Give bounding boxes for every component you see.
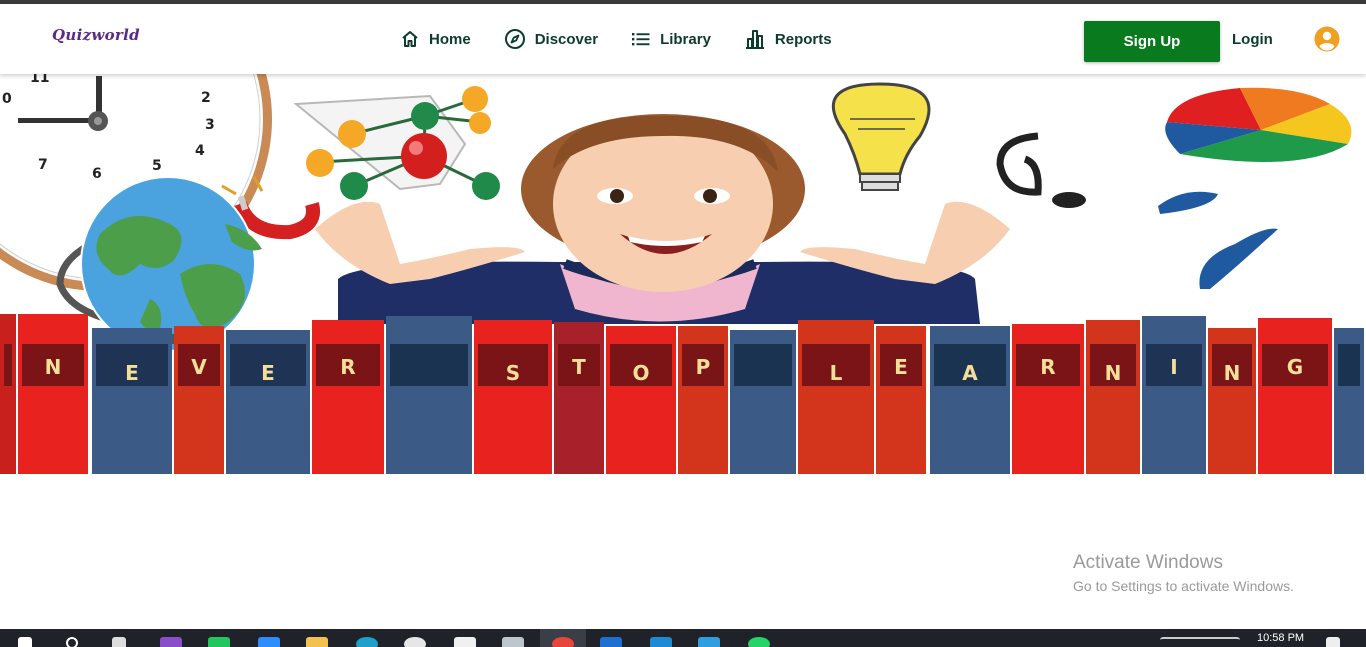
book-spine xyxy=(0,314,16,474)
book-spine xyxy=(474,320,552,474)
store-icon[interactable] xyxy=(454,637,476,647)
book-letter: E xyxy=(894,355,908,379)
book-letter: A xyxy=(962,361,978,385)
hero-illustration: 2 3 4 5 6 7 0 11 N E V E R S T O P L E A… xyxy=(0,74,1364,474)
visual-studio-icon[interactable] xyxy=(160,637,182,647)
book-letter: V xyxy=(191,355,207,379)
compass-icon xyxy=(504,29,525,49)
bar-chart-icon xyxy=(745,30,764,49)
book-spine xyxy=(18,314,88,474)
book-letter: N xyxy=(1105,361,1122,385)
hero-banner: 2 3 4 5 6 7 0 11 N E V E R S T O P L E A… xyxy=(0,74,1366,474)
user-circle-icon[interactable] xyxy=(1314,26,1340,52)
home-icon xyxy=(402,31,418,47)
book-letter: L xyxy=(830,361,843,385)
book-letter: E xyxy=(261,361,275,385)
book-spine xyxy=(1086,320,1140,474)
photos-icon[interactable] xyxy=(698,637,720,647)
svg-text:6: 6 xyxy=(92,166,102,182)
book-label-band xyxy=(4,344,12,386)
edge-icon[interactable] xyxy=(356,637,378,647)
music-note-illustration xyxy=(996,132,1086,208)
svg-text:4: 4 xyxy=(195,143,205,159)
book-spine xyxy=(1258,318,1332,474)
nav-home-label: Home xyxy=(429,30,471,48)
windows-taskbar: 10:58 PM xyxy=(0,629,1366,647)
vscode-icon[interactable] xyxy=(650,637,672,647)
nav-library[interactable]: Library xyxy=(631,27,711,51)
navbar: Quizworld Home Discover Library Reports … xyxy=(0,4,1366,74)
paint-icon[interactable] xyxy=(404,637,426,647)
sign-up-button[interactable]: Sign Up xyxy=(1084,21,1220,62)
chrome-logo-icon xyxy=(552,637,574,647)
book-letter: R xyxy=(1040,355,1055,379)
pycharm-icon[interactable] xyxy=(208,637,230,647)
light-bulb-illustration xyxy=(812,74,952,204)
book-label-band xyxy=(734,344,792,386)
main-nav: Home Discover Library Reports xyxy=(400,27,865,51)
book-letter: E xyxy=(125,361,139,385)
start-icon[interactable] xyxy=(18,637,32,647)
nav-reports[interactable]: Reports xyxy=(744,27,832,51)
paint-strokes-illustration xyxy=(1158,191,1278,289)
taskbar-clock[interactable]: 10:58 PM xyxy=(1257,632,1304,644)
book-letter: I xyxy=(1170,355,1177,379)
book-letter: S xyxy=(506,361,520,385)
svg-text:2: 2 xyxy=(201,90,211,106)
nav-reports-label: Reports xyxy=(774,30,832,48)
book-label-band xyxy=(1338,344,1360,386)
watermark-title: Activate Windows xyxy=(1073,552,1223,573)
book-spine xyxy=(386,316,472,474)
whatsapp-icon[interactable] xyxy=(748,637,770,647)
app-icon[interactable] xyxy=(502,637,524,647)
search-icon[interactable] xyxy=(66,637,78,647)
tray-icons[interactable] xyxy=(1160,637,1240,647)
svg-text:7: 7 xyxy=(38,157,48,173)
mail-icon[interactable] xyxy=(600,637,622,647)
svg-text:11: 11 xyxy=(30,74,49,86)
watermark-subtitle: Go to Settings to activate Windows. xyxy=(1073,578,1294,594)
task-view-icon[interactable] xyxy=(112,637,126,647)
book-letter: O xyxy=(632,361,649,385)
notifications-icon[interactable] xyxy=(1326,637,1340,647)
svg-text:0: 0 xyxy=(2,91,12,107)
nav-discover[interactable]: Discover xyxy=(504,27,598,51)
svg-text:3: 3 xyxy=(205,117,215,133)
logo[interactable]: Quizworld xyxy=(52,26,140,44)
book-letter: N xyxy=(45,355,62,379)
book-spine xyxy=(798,320,874,474)
book-label-band xyxy=(390,344,468,386)
book-letter: P xyxy=(696,355,711,379)
book-letter: G xyxy=(1287,355,1303,379)
book-shelf: NEVERSTOPLEARNING xyxy=(0,314,1364,474)
list-icon xyxy=(632,33,650,46)
activate-windows-watermark: Activate Windows Go to Settings to activ… xyxy=(1073,552,1294,594)
book-letter: N xyxy=(1224,361,1241,385)
book-letter: R xyxy=(340,355,355,379)
book-letter: T xyxy=(572,355,586,379)
nav-discover-label: Discover xyxy=(534,30,599,48)
book-spine xyxy=(312,320,384,474)
login-link[interactable]: Login xyxy=(1232,31,1273,48)
molecule-illustration xyxy=(293,86,500,200)
book-spine xyxy=(1142,316,1206,474)
nav-home[interactable]: Home xyxy=(400,27,471,51)
nav-library-label: Library xyxy=(660,30,711,48)
svg-text:5: 5 xyxy=(152,158,162,174)
pie-chart-illustration xyxy=(1165,87,1356,173)
zoom-icon[interactable] xyxy=(258,637,280,647)
file-explorer-icon[interactable] xyxy=(306,637,328,647)
